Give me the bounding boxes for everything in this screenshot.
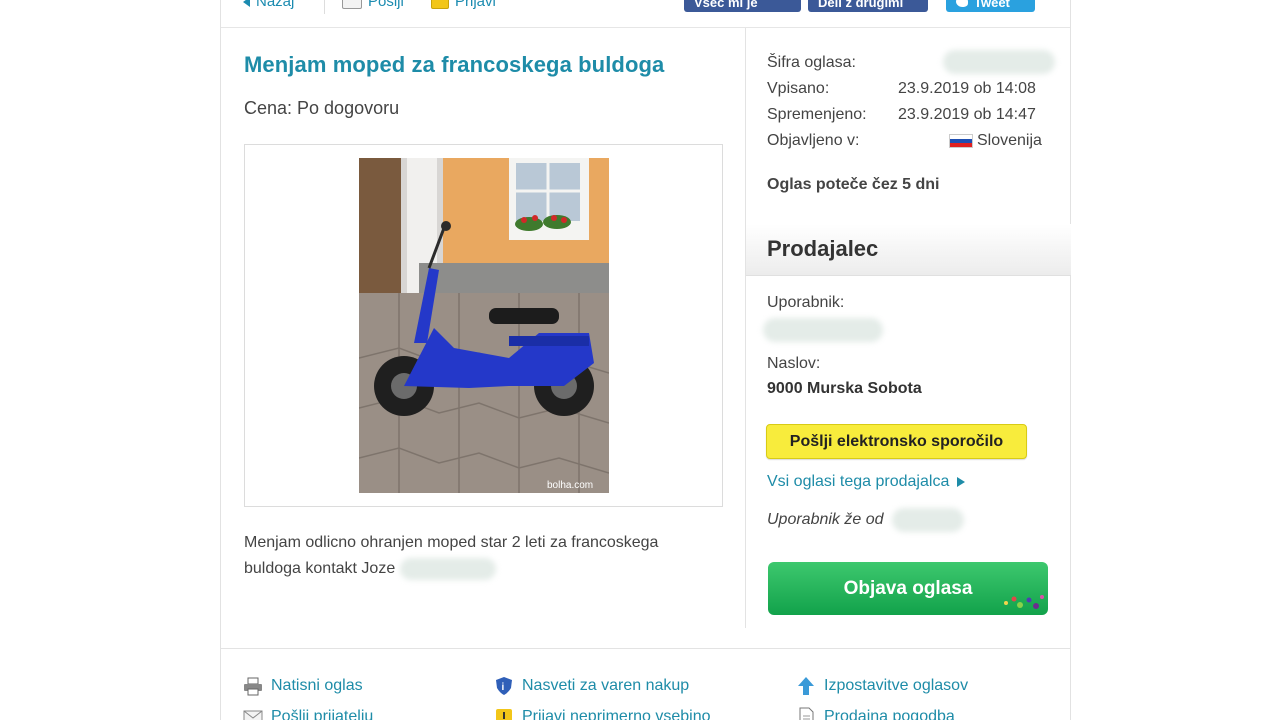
published-label: Objavljeno v: (767, 132, 860, 149)
document-icon (796, 707, 816, 720)
bottom-links: Natisni oglas i Nasveti za varen nakup I… (221, 648, 1070, 720)
slovenia-flag-icon (949, 133, 973, 148)
safety-tips-link[interactable]: i Nasveti za varen nakup (494, 676, 689, 696)
redacted-contact (399, 557, 496, 580)
facebook-like-button[interactable]: Všeč mi je (684, 0, 801, 12)
send-label: Pošlji (368, 0, 404, 10)
redacted-member-date (891, 508, 964, 532)
facebook-like-label: Všeč mi je (694, 0, 758, 10)
post-ad-label: Objava oglasa (843, 577, 973, 599)
toolbar-divider (324, 0, 325, 14)
arrow-right-icon (957, 477, 966, 487)
tweet-label: Tweet (974, 0, 1010, 10)
redacted-username (763, 318, 883, 342)
entered-value: 23.9.2019 ob 14:08 (898, 80, 1036, 97)
moped-photo-illustration: bolha.com (359, 158, 609, 493)
ad-page: Nazaj Pošlji Prijavi Všeč mi je Deli z d… (220, 0, 1071, 720)
report-content-link[interactable]: Prijavi neprimerno vsebino (494, 707, 711, 720)
code-label: Šifra oglasa: (767, 54, 856, 71)
warning-icon (431, 0, 449, 9)
confetti-dots-icon (1004, 595, 1044, 609)
user-label: Uporabnik: (767, 294, 845, 311)
address-label: Naslov: (767, 355, 821, 372)
column-divider (745, 28, 746, 628)
member-since-label: Uporabnik že od (767, 511, 884, 529)
top-toolbar: Nazaj Pošlji Prijavi Všeč mi je Deli z d… (221, 0, 1070, 28)
promote-ads-label: Izpostavitve oglasov (824, 677, 969, 694)
envelope-icon (243, 707, 263, 720)
send-to-friend-label: Pošlji prijatelju (271, 708, 374, 720)
seller-heading: Prodajalec (767, 236, 879, 261)
expiry-notice: Oglas poteče čez 5 dni (767, 176, 940, 193)
facebook-share-label: Deli z drugimi (818, 0, 904, 10)
ad-title: Menjam moped za francoskega buldoga (244, 52, 665, 77)
send-email-button[interactable]: Pošlji elektronsko sporočilo (766, 424, 1027, 459)
ad-price: Cena: Po dogovoru (244, 98, 400, 118)
send-email-label: Pošlji elektronsko sporočilo (789, 432, 1004, 450)
twitter-bird-icon (956, 0, 968, 7)
arrow-up-icon (796, 676, 816, 696)
printer-icon (243, 676, 263, 696)
report-content-label: Prijavi neprimerno vsebino (522, 708, 711, 720)
all-seller-ads-label: Vsi oglasi tega prodajalca (767, 473, 950, 490)
send-to-friend-link[interactable]: Pošlji prijatelju (243, 707, 373, 720)
back-arrow-icon (243, 0, 250, 7)
redacted-code (943, 50, 1055, 74)
svg-text:i: i (502, 682, 505, 693)
photo-watermark: bolha.com (547, 480, 593, 491)
facebook-share-button[interactable]: Deli z drugimi (808, 0, 928, 12)
address-value: 9000 Murska Sobota (767, 380, 922, 397)
back-label: Nazaj (256, 0, 295, 10)
safety-tips-label: Nasveti za varen nakup (522, 677, 690, 694)
promote-ads-link[interactable]: Izpostavitve oglasov (796, 676, 968, 696)
warning-icon (494, 707, 514, 720)
report-label: Prijavi (455, 0, 496, 10)
report-link[interactable]: Prijavi (431, 0, 496, 10)
print-ad-link[interactable]: Natisni oglas (243, 676, 363, 696)
print-ad-label: Natisni oglas (271, 677, 363, 694)
member-since: Uporabnik že od (767, 508, 964, 532)
entered-label: Vpisano: (767, 80, 830, 97)
post-ad-button[interactable]: Objava oglasa (768, 562, 1048, 615)
tweet-button[interactable]: Tweet (946, 0, 1035, 12)
send-link[interactable]: Pošlji (342, 0, 404, 10)
modified-label: Spremenjeno: (767, 106, 867, 123)
sales-contract-link[interactable]: Prodajna pogodba (796, 707, 955, 720)
back-link[interactable]: Nazaj (243, 0, 294, 10)
ad-description: Menjam odlicno ohranjen moped star 2 let… (244, 530, 714, 582)
all-seller-ads-link[interactable]: Vsi oglasi tega prodajalca (767, 473, 966, 491)
published-value: Slovenija (977, 132, 1042, 149)
shield-icon: i (494, 676, 514, 696)
published-value-row: Slovenija (949, 132, 1042, 150)
ad-photo-frame: bolha.com (244, 144, 723, 507)
envelope-icon (342, 0, 362, 9)
ad-photo[interactable]: bolha.com (359, 158, 609, 493)
modified-value: 23.9.2019 ob 14:47 (898, 106, 1036, 123)
sales-contract-label: Prodajna pogodba (824, 708, 955, 720)
seller-section-header: Prodajalec (746, 224, 1071, 276)
